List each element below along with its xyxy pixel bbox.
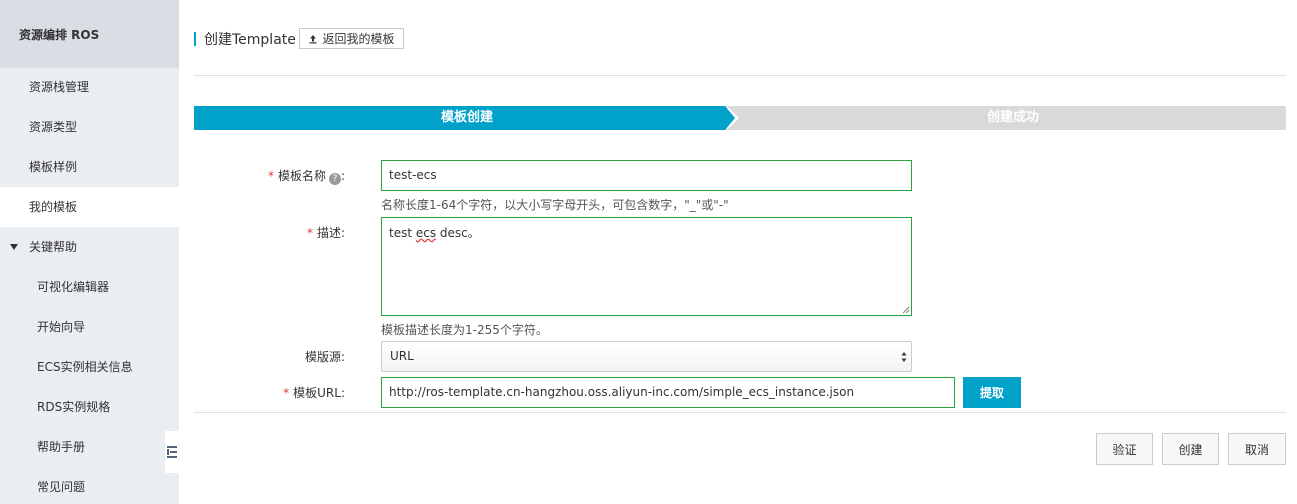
name-hint: 名称长度1-64个字符，以大小写字母开头，可包含数字，"_"或"-" (381, 198, 729, 212)
required-marker: * (267, 169, 274, 183)
template-name-input[interactable]: test-ecs (381, 160, 912, 191)
desc-text-pre: test (389, 226, 416, 240)
sidebar-item-help-manual[interactable]: 帮助手册 (0, 427, 179, 467)
create-button[interactable]: 创建 (1162, 433, 1219, 465)
caret-down-icon (10, 244, 18, 250)
name-label-text: 模板名称 (277, 169, 326, 183)
main-content: 创建Template 返回我的模板 模板创建 创建成功 * 模板名称?: * 描述:… (194, 0, 1286, 504)
desc-text-misspelled: ecs (415, 226, 437, 240)
template-url-input[interactable]: http://ros-template.cn-hangzhou.oss.aliy… (381, 377, 955, 408)
required-marker: * (283, 386, 290, 400)
cancel-button[interactable]: 取消 (1228, 433, 1286, 465)
step-progress: 模板创建 创建成功 (194, 106, 1286, 130)
sidebar-item-faq[interactable]: 常见问题 (0, 467, 179, 504)
validate-button[interactable]: 验证 (1096, 433, 1153, 465)
fetch-button[interactable]: 提取 (963, 377, 1021, 408)
required-marker: * (306, 226, 313, 240)
sidebar-item-my-templates[interactable]: 我的模板 (0, 187, 179, 227)
name-label: * 模板名称?: (268, 167, 345, 185)
source-label: 模版源: (304, 350, 345, 364)
sidebar-collapse-handle[interactable] (165, 431, 179, 473)
form-labels: * 模板名称?: * 描述: 模版源: * 模板URL: (194, 0, 345, 504)
name-label-colon: : (340, 169, 345, 183)
header-divider (194, 75, 1286, 76)
sidebar-group-key-help[interactable]: 关键帮助 (0, 227, 179, 267)
step-create-success: 创建成功 (986, 110, 1039, 125)
help-icon[interactable]: ? (328, 173, 341, 185)
resize-handle-icon[interactable] (902, 306, 910, 314)
sidebar-group-label: 关键帮助 (29, 240, 78, 254)
description-textarea[interactable]: test ecs desc。 (381, 217, 912, 316)
url-label-text: 模板URL: (293, 386, 345, 400)
sidebar-item-rds-specs[interactable]: RDS实例规格 (0, 387, 179, 427)
desc-label-text: 描述: (316, 226, 345, 240)
sidebar-item-resource-types[interactable]: 资源类型 (0, 107, 179, 147)
template-source-value: URL (390, 349, 414, 363)
collapse-menu-icon (167, 446, 177, 458)
template-source-select[interactable]: URL (381, 341, 912, 372)
sidebar-item-getting-started[interactable]: 开始向导 (0, 307, 179, 347)
sidebar-item-template-samples[interactable]: 模板样例 (0, 147, 179, 187)
sidebar-item-ecs-info[interactable]: ECS实例相关信息 (0, 347, 179, 387)
sidebar-item-visual-editor[interactable]: 可视化编辑器 (0, 267, 179, 307)
form-divider (194, 412, 1286, 413)
sidebar: 资源编排 ROS 资源栈管理 资源类型 模板样例 我的模板 关键帮助 可视化编辑… (0, 0, 179, 504)
desc-label: * 描述: (307, 224, 345, 241)
desc-text-post: desc。 (436, 226, 480, 240)
desc-hint: 模板描述长度为1-255个字符。 (381, 323, 548, 337)
select-updown-icon (901, 352, 907, 362)
url-label: * 模板URL: (283, 384, 345, 401)
sidebar-item-stack-management[interactable]: 资源栈管理 (0, 67, 179, 107)
sidebar-header: 资源编排 ROS (0, 0, 179, 68)
